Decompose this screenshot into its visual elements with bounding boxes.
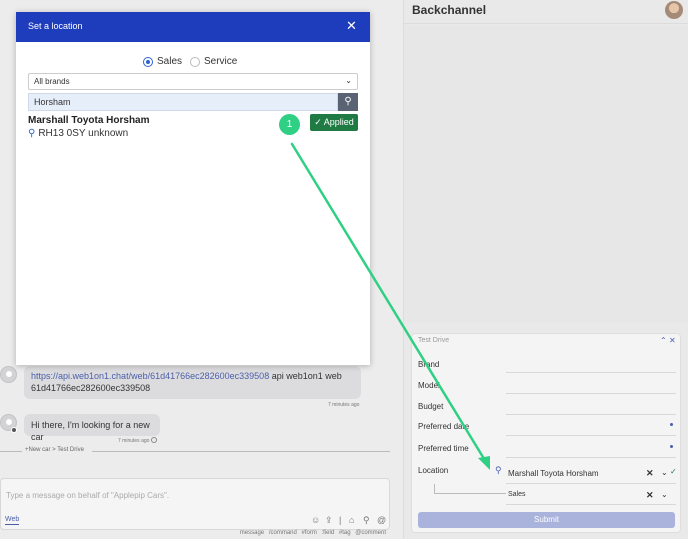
chevron-down-icon[interactable]: ⌄ [661, 490, 668, 499]
field-label-brand: Brand [418, 360, 440, 369]
message-timestamp: 7 minutes ago [118, 438, 150, 444]
tag-icon[interactable]: ⌂ [349, 515, 354, 525]
check-icon: ✓ [670, 467, 677, 476]
date-field[interactable] [506, 435, 676, 436]
clear-type-icon[interactable]: ✕ [646, 490, 654, 501]
required-indicator [670, 445, 673, 448]
location-search-icon[interactable]: ⚲ [495, 465, 502, 476]
hint-field: :field [321, 530, 335, 536]
location-search-input[interactable]: Horsham [28, 93, 338, 111]
location-type-value[interactable]: Sales [508, 491, 526, 498]
close-icon[interactable]: ✕ [346, 18, 357, 34]
required-indicator [670, 423, 673, 426]
emoji-icon[interactable]: ☺ [311, 515, 320, 525]
panel-title: Backchannel [412, 3, 487, 17]
hint-message: message [239, 530, 265, 536]
search-button[interactable]: ⚲ [338, 93, 358, 111]
composer-input[interactable]: Type a message on behalf of "Applepip Ca… [6, 491, 169, 500]
collapse-icon[interactable]: ⌃ [660, 336, 667, 345]
search-value: Horsham [34, 97, 71, 107]
backchannel-panel: Backchannel Test Drive ⌃ ✕ Brand Model B… [403, 0, 688, 539]
type-field[interactable] [506, 504, 676, 505]
radio-label-sales[interactable]: Sales [157, 56, 182, 67]
form-title: Test Drive [418, 337, 450, 344]
upload-icon[interactable]: ⇪ [325, 515, 333, 526]
clock-icon [151, 437, 157, 443]
step-badge: 1 [279, 114, 300, 135]
field-label-date: Preferred date [418, 422, 470, 431]
model-field[interactable] [506, 393, 676, 394]
chat-message: https://api.web1on1.chat/web/61d41766ec2… [24, 366, 361, 399]
divider-line [92, 451, 390, 452]
chevron-down-icon[interactable]: ⌄ [661, 468, 668, 477]
radio-service[interactable] [190, 57, 200, 67]
modal-header: Set a location ✕ [16, 12, 370, 42]
backchannel-content [404, 25, 688, 323]
field-label-budget: Budget [418, 402, 444, 411]
check-icon: ✓ [314, 117, 322, 127]
clear-location-icon[interactable]: ✕ [646, 468, 654, 479]
separator: | [339, 515, 342, 525]
message-link[interactable]: https://api.web1on1.chat/web/61d41766ec2… [31, 371, 269, 381]
field-label-model: Model [418, 381, 440, 390]
budget-field[interactable] [506, 414, 676, 415]
message-composer[interactable]: Type a message on behalf of "Applepip Ca… [0, 478, 390, 530]
message-timestamp: 7 minutes ago [328, 402, 360, 408]
conversation-divider: +New car > Test Drive [25, 447, 84, 453]
hint-form: #form [301, 530, 317, 536]
status-dot [11, 427, 17, 433]
composer-hints: message /command #form :field #tag @comm… [0, 530, 390, 539]
result-name: Marshall Toyota Horsham [28, 115, 150, 126]
modal-title: Set a location [28, 21, 83, 31]
hint-tag: #tag [338, 530, 351, 536]
field-label-location: Location [418, 466, 449, 475]
tab-web[interactable]: Web [5, 516, 20, 525]
field-label-time: Preferred time [418, 444, 469, 453]
divider-line [0, 451, 22, 452]
search-icon: ⚲ [344, 96, 352, 107]
chat-message: Hi there, I'm looking for a new car [24, 414, 160, 442]
submit-button[interactable]: Submit [418, 512, 675, 528]
radio-label-service[interactable]: Service [204, 56, 237, 67]
applied-label: Applied [323, 117, 354, 127]
location-value[interactable]: Marshall Toyota Horsham [508, 469, 599, 478]
mention-icon[interactable]: @ [377, 515, 386, 525]
contact-avatar [0, 366, 17, 383]
tree-connector [434, 484, 506, 494]
brand-select[interactable]: All brands ⌄ [28, 73, 358, 90]
applied-button[interactable]: ✓ Applied [310, 114, 358, 131]
location-pin-icon: ⚲ [28, 128, 36, 139]
close-icon[interactable]: ✕ [669, 336, 676, 345]
chevron-down-icon: ⌄ [345, 76, 352, 85]
hint-comment: @comment [355, 530, 386, 536]
search-icon[interactable]: ⚲ [363, 515, 370, 526]
set-location-modal: Set a location ✕ Sales Service All brand… [16, 12, 370, 365]
test-drive-form: Test Drive ⌃ ✕ Brand Model Budget Prefer… [411, 333, 681, 533]
result-address-row: ⚲ RH13 0SY unknown [28, 128, 128, 139]
result-address: RH13 0SY unknown [38, 128, 129, 139]
location-field[interactable] [506, 483, 676, 484]
time-field[interactable] [506, 457, 676, 458]
hint-command: /command [268, 530, 297, 536]
brand-select-value: All brands [34, 77, 70, 86]
backchannel-header: Backchannel [404, 0, 688, 24]
brand-field[interactable] [506, 372, 676, 373]
radio-sales[interactable] [143, 57, 153, 67]
user-avatar[interactable] [665, 1, 683, 19]
